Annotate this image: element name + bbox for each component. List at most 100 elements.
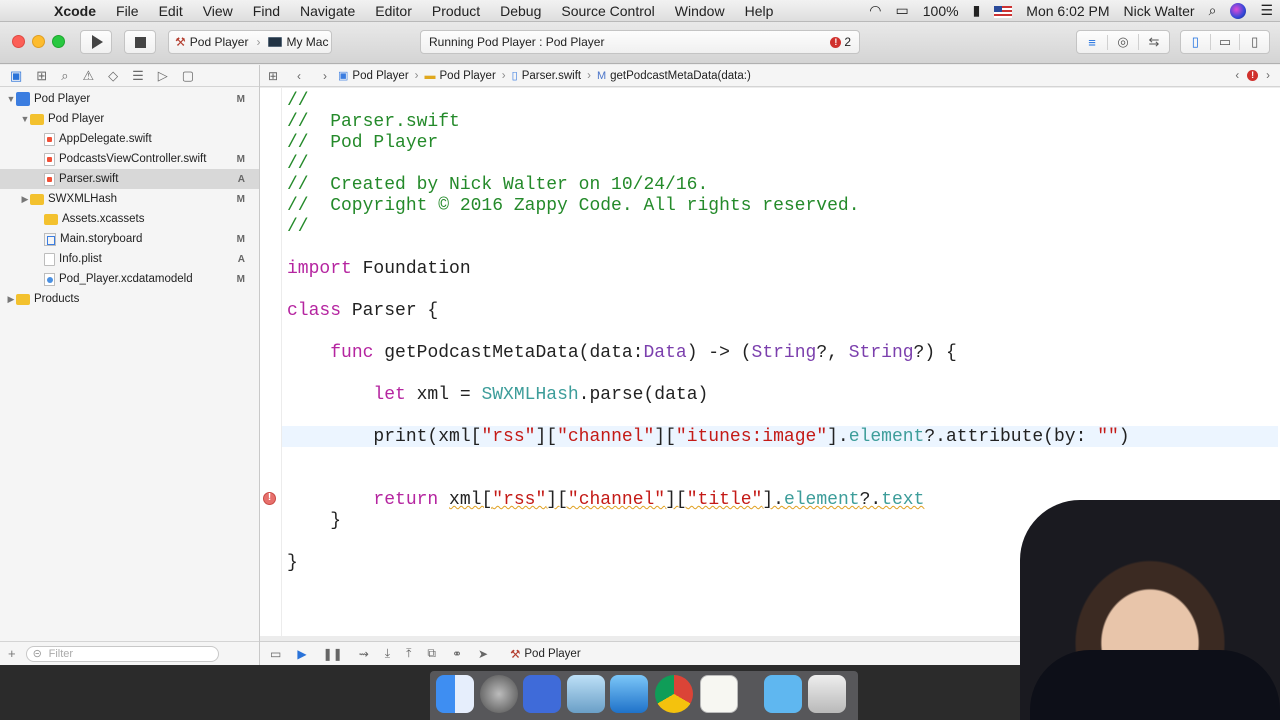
breakpoints-toggle-icon[interactable]: ▶ — [297, 647, 306, 661]
file-tree-item[interactable]: Parser.swift A — [0, 169, 259, 189]
chrome-icon[interactable] — [655, 675, 693, 713]
launchpad-icon[interactable] — [480, 675, 518, 713]
location-icon[interactable]: ➤ — [478, 647, 488, 661]
pause-icon[interactable]: ❚❚ — [323, 647, 343, 661]
filter-field[interactable]: Filter — [25, 645, 219, 662]
finder-icon[interactable] — [436, 675, 474, 713]
zoom-window-button[interactable] — [52, 35, 65, 48]
file-tree-item[interactable]: PodcastsViewController.swift M — [0, 149, 259, 169]
editor-gutter[interactable] — [260, 88, 282, 636]
step-out-icon[interactable]: ⤒ — [406, 646, 411, 661]
disclosure-triangle-icon[interactable]: ▶ — [6, 294, 16, 305]
file-tree-item[interactable]: ▶ Products — [0, 289, 259, 309]
code-line[interactable]: // — [287, 154, 309, 175]
debug-area-toggle-icon[interactable]: ▭ — [1211, 34, 1241, 50]
code-line[interactable]: // — [287, 91, 309, 112]
file-tree-item[interactable]: ▶ SWXMLHash M — [0, 189, 259, 209]
stop-button[interactable] — [124, 30, 156, 54]
preview-icon[interactable] — [567, 675, 605, 713]
add-icon[interactable]: + — [8, 646, 16, 661]
code-line[interactable]: // Copyright © 2016 Zappy Code. All righ… — [287, 196, 860, 217]
disclosure-triangle-icon[interactable]: ▶ — [20, 194, 30, 205]
back-arrow-icon[interactable]: ‹ — [286, 69, 312, 83]
code-line[interactable]: // Created by Nick Walter on 10/24/16. — [287, 175, 708, 196]
debug-target[interactable]: ⚒ Pod Player — [510, 647, 581, 661]
code-line[interactable]: import Foundation — [287, 259, 471, 280]
file-tree-item[interactable]: ▼ Pod Player — [0, 109, 259, 129]
scheme-selector[interactable]: ⚒ Pod Player › My Mac — [168, 30, 332, 54]
related-items-icon[interactable]: ⊞ — [260, 69, 286, 83]
standard-editor-icon[interactable]: ≡ — [1077, 34, 1108, 50]
navigator-toggle-icon[interactable]: ▯ — [1181, 34, 1211, 50]
disclosure-triangle-icon[interactable]: ▼ — [6, 94, 16, 104]
disclosure-triangle-icon[interactable]: ▼ — [20, 114, 30, 124]
version-editor-icon[interactable]: ⇆ — [1139, 34, 1169, 50]
utilities-toggle-icon[interactable]: ▯ — [1240, 34, 1269, 50]
wifi-icon[interactable]: ◠ — [862, 2, 888, 19]
xcode-icon[interactable] — [610, 675, 648, 713]
trash-icon[interactable] — [808, 675, 846, 713]
file-tree-item[interactable]: AppDelegate.swift — [0, 129, 259, 149]
battery-status[interactable]: 100% — [916, 3, 966, 19]
file-tree-item[interactable]: Pod_Player.xcdatamodeld M — [0, 269, 259, 289]
minimize-window-button[interactable] — [32, 35, 45, 48]
user-name[interactable]: Nick Walter — [1117, 3, 1202, 19]
menu-app[interactable]: Xcode — [44, 3, 106, 19]
clock[interactable]: Mon 6:02 PM — [1019, 3, 1116, 19]
menu-product[interactable]: Product — [422, 3, 490, 19]
hide-debug-area-icon[interactable]: ▭ — [270, 647, 281, 661]
textedit-icon[interactable] — [700, 675, 738, 713]
code-line[interactable]: func getPodcastMetaData(data:Data) -> (S… — [287, 343, 957, 364]
code-line[interactable]: } — [287, 511, 341, 532]
menu-debug[interactable]: Debug — [490, 3, 551, 19]
code-line[interactable]: print(xml["rss"]["channel"]["itunes:imag… — [287, 427, 1129, 448]
menu-source-control[interactable]: Source Control — [551, 3, 664, 19]
run-button[interactable] — [80, 30, 112, 54]
breadcrumb-item[interactable]: ▯ Parser.swift — [512, 69, 582, 83]
code-line[interactable]: // Parser.swift — [287, 112, 460, 133]
error-indicator[interactable]: ! 2 — [830, 35, 851, 49]
view-hierarchy-icon[interactable]: ⧉ — [427, 646, 436, 661]
issue-icon[interactable]: ! — [1247, 70, 1259, 81]
breadcrumb-item[interactable]: ▬ Pod Player — [425, 70, 496, 82]
menu-edit[interactable]: Edit — [149, 3, 193, 19]
memory-graph-icon[interactable]: ⚭ — [452, 647, 462, 661]
input-source-flag-icon[interactable] — [987, 3, 1019, 19]
assistant-editor-icon[interactable]: ◎ — [1108, 34, 1139, 50]
code-line[interactable]: // Pod Player — [287, 133, 438, 154]
file-tree-item[interactable]: Info.plist A — [0, 249, 259, 269]
code-line[interactable]: class Parser { — [287, 301, 438, 322]
code-line[interactable]: return xml["rss"]["channel"]["title"].el… — [287, 490, 924, 511]
forward-arrow-icon[interactable]: › — [312, 69, 338, 83]
file-tree-item[interactable]: ▼ Pod Player M — [0, 89, 259, 109]
test-navigator-icon[interactable]: ◇ — [108, 68, 118, 84]
spotlight-search-icon[interactable]: ⌕ — [1202, 2, 1224, 19]
folder-icon[interactable]: ▣ — [10, 68, 22, 84]
siri-icon[interactable] — [1223, 2, 1253, 20]
report-navigator-icon[interactable]: ▢ — [182, 68, 194, 84]
menu-editor[interactable]: Editor — [365, 3, 422, 19]
notification-center-icon[interactable]: ☰ — [1253, 2, 1280, 19]
debug-navigator-icon[interactable]: ☰ — [132, 68, 144, 84]
error-marker-icon[interactable] — [263, 492, 276, 505]
step-in-icon[interactable]: ⤓ — [385, 646, 390, 661]
step-over-icon[interactable]: ⇝ — [359, 647, 369, 661]
code-line[interactable]: } — [287, 553, 298, 574]
breadcrumb-item[interactable]: MgetPodcastMetaData(data:) — [597, 70, 751, 82]
menu-find[interactable]: Find — [243, 3, 290, 19]
breakpoint-navigator-icon[interactable]: ▷ — [158, 68, 168, 84]
breadcrumb-item[interactable]: ▣ Pod Player — [338, 69, 409, 83]
file-tree-item[interactable]: Assets.xcassets — [0, 209, 259, 229]
next-issue-icon[interactable]: › — [1266, 70, 1270, 82]
menu-window[interactable]: Window — [665, 3, 735, 19]
menu-view[interactable]: View — [193, 3, 243, 19]
menu-file[interactable]: File — [106, 3, 149, 19]
previous-issue-icon[interactable]: ‹ — [1235, 70, 1239, 82]
file-tree-item[interactable]: Main.storyboard M — [0, 229, 259, 249]
close-window-button[interactable] — [12, 35, 25, 48]
symbol-navigator-icon[interactable]: ⊞ — [36, 68, 47, 84]
code-line[interactable]: // — [287, 217, 309, 238]
menu-navigate[interactable]: Navigate — [290, 3, 365, 19]
downloads-folder-icon[interactable] — [764, 675, 802, 713]
find-navigator-icon[interactable]: ⌕ — [61, 68, 68, 84]
